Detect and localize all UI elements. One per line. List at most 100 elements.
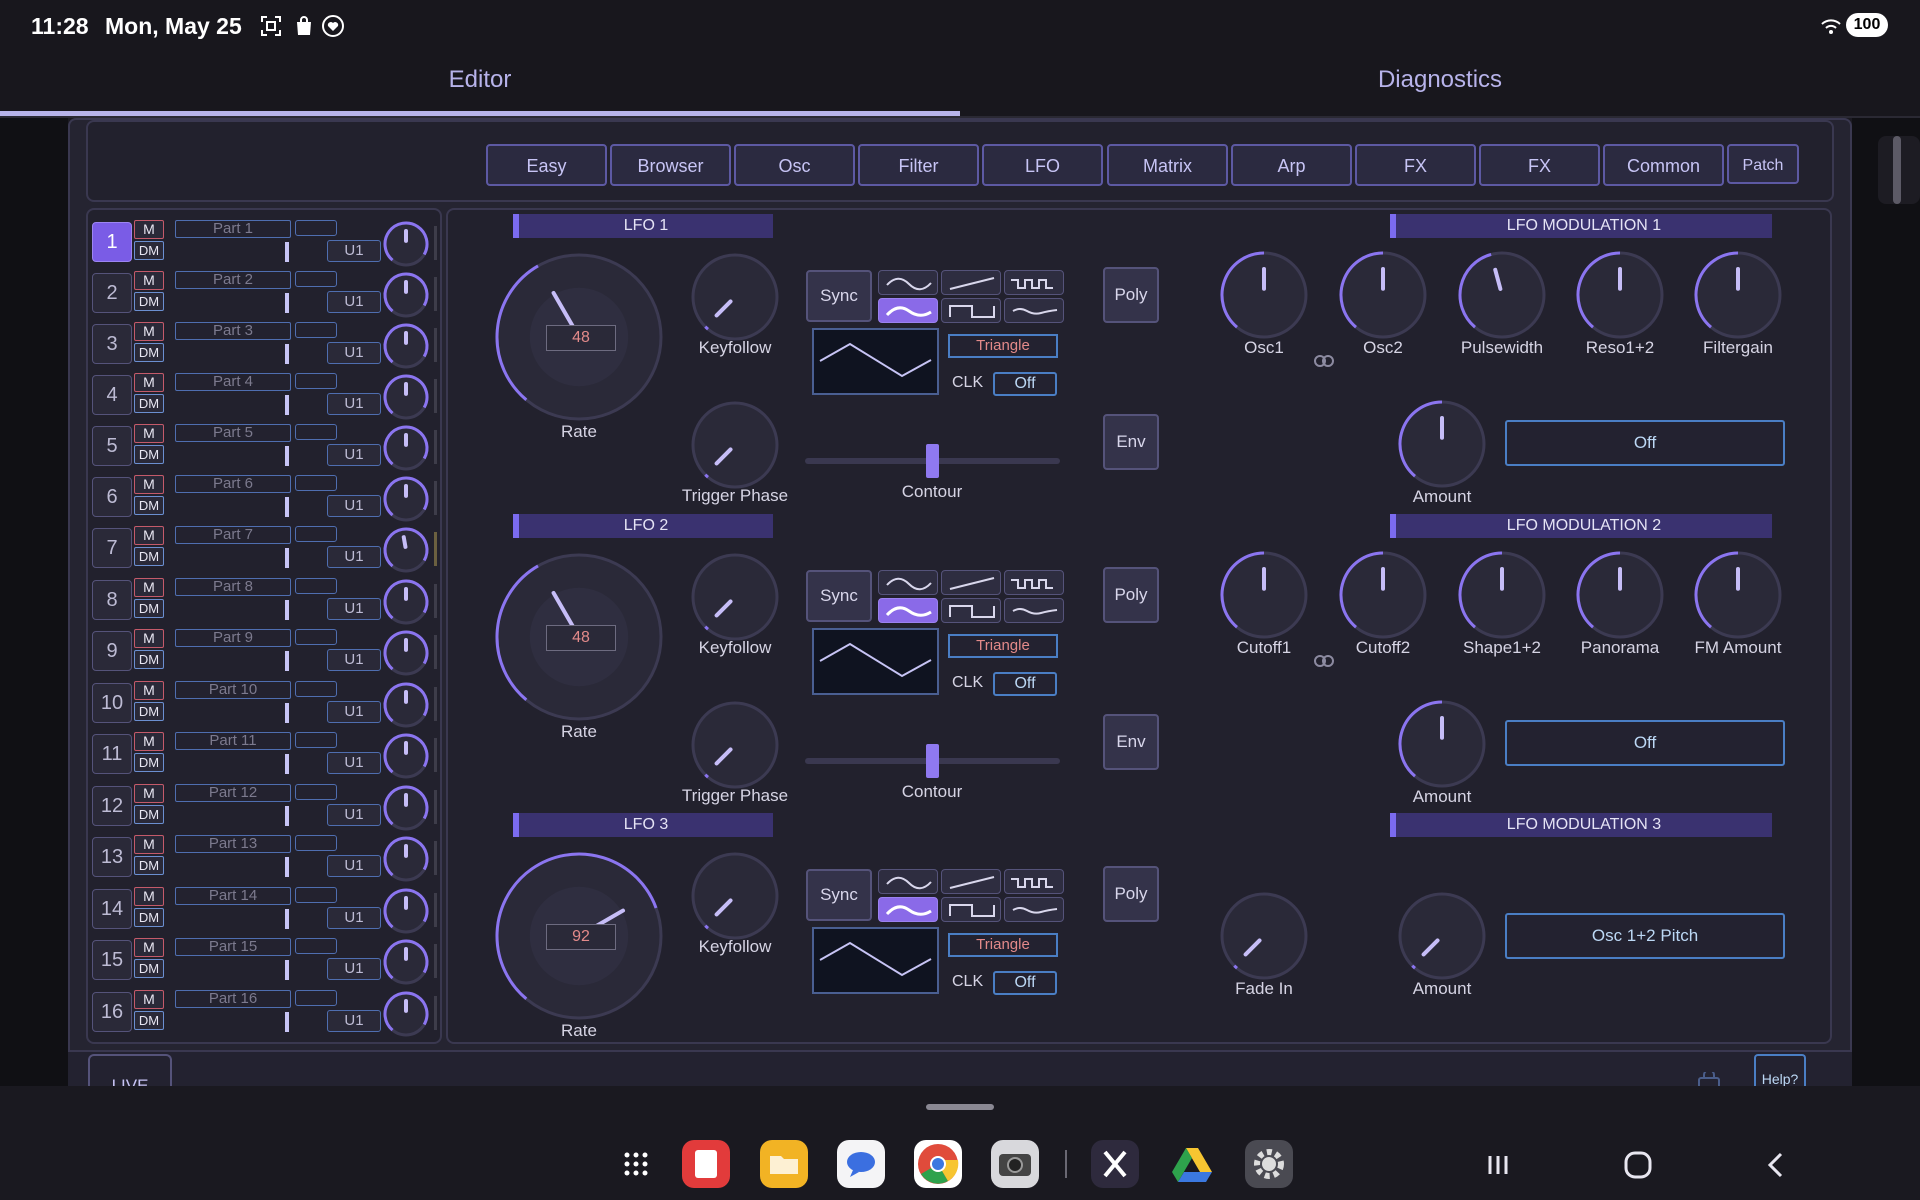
dm-button[interactable]: DM [134, 343, 164, 362]
part-midi-field[interactable] [295, 322, 337, 338]
part-unit-select[interactable]: U1 [327, 752, 381, 774]
part-select-button[interactable]: 10 [92, 683, 132, 723]
settings-app-icon[interactable] [1245, 1140, 1293, 1188]
dm-button[interactable]: DM [134, 702, 164, 721]
files-app-icon[interactable] [760, 1140, 808, 1188]
nav-filter-button[interactable]: Filter [858, 144, 979, 186]
lfo-keyfollow-knob[interactable] [690, 851, 780, 941]
part-unit-select[interactable]: U1 [327, 444, 381, 466]
lfo-keyfollow-knob[interactable] [690, 552, 780, 642]
part-volume-knob[interactable] [382, 938, 430, 986]
dm-button[interactable]: DM [134, 445, 164, 464]
dm-button[interactable]: DM [134, 959, 164, 978]
part-midi-field[interactable] [295, 424, 337, 440]
part-unit-select[interactable]: U1 [327, 291, 381, 313]
lfo-clk-select[interactable]: Off [993, 971, 1057, 995]
part-name-field[interactable]: Part 6 [175, 475, 291, 493]
part-select-button[interactable]: 15 [92, 940, 132, 980]
mute-button[interactable]: M [134, 681, 164, 700]
drive-app-icon[interactable] [1168, 1140, 1216, 1188]
lfo-rate-display[interactable]: 92 [546, 924, 616, 950]
mod-osc2-knob[interactable] [1338, 250, 1428, 340]
square-wave-icon[interactable] [941, 298, 1001, 323]
part-midi-field[interactable] [295, 990, 337, 1006]
triangle-wave-icon[interactable] [878, 298, 938, 323]
mute-button[interactable]: M [134, 784, 164, 803]
part-select-button[interactable]: 2 [92, 273, 132, 313]
part-name-field[interactable]: Part 12 [175, 784, 291, 802]
mod-pulsewidth-knob[interactable] [1457, 250, 1547, 340]
sine-wave-icon[interactable] [878, 869, 938, 894]
part-name-field[interactable]: Part 2 [175, 271, 291, 289]
part-midi-field[interactable] [295, 373, 337, 389]
mod-cutoff2-knob[interactable] [1338, 550, 1428, 640]
dm-button[interactable]: DM [134, 394, 164, 413]
lfo-env-button[interactable]: Env [1103, 714, 1159, 770]
part-name-field[interactable]: Part 5 [175, 424, 291, 442]
lfo-contour-handle[interactable] [926, 444, 939, 478]
mute-button[interactable]: M [134, 990, 164, 1009]
nav-fx-2-button[interactable]: FX [1479, 144, 1600, 186]
mute-button[interactable]: M [134, 835, 164, 854]
part-name-field[interactable]: Part 10 [175, 681, 291, 699]
part-midi-field[interactable] [295, 784, 337, 800]
lfo-sync-button[interactable]: Sync [806, 270, 872, 322]
mod-amount-knob[interactable] [1397, 699, 1487, 789]
lfo-shape-select[interactable]: Triangle [948, 634, 1058, 658]
part-volume-knob[interactable] [382, 475, 430, 523]
part-select-button[interactable]: 7 [92, 528, 132, 568]
sine-wave-icon[interactable] [878, 270, 938, 295]
lfo-trigger-phase-knob[interactable] [690, 700, 780, 790]
link-icon[interactable] [1312, 654, 1336, 668]
mod-panorama-knob[interactable] [1575, 550, 1665, 640]
part-unit-select[interactable]: U1 [327, 855, 381, 877]
part-unit-select[interactable]: U1 [327, 958, 381, 980]
dm-button[interactable]: DM [134, 599, 164, 618]
link-icon[interactable] [1312, 354, 1336, 368]
gesture-handle[interactable] [926, 1104, 994, 1110]
part-volume-knob[interactable] [382, 835, 430, 883]
lfo-poly-button[interactable]: Poly [1103, 866, 1159, 922]
mod-cutoff1-knob[interactable] [1219, 550, 1309, 640]
part-name-field[interactable]: Part 15 [175, 938, 291, 956]
part-name-field[interactable]: Part 7 [175, 526, 291, 544]
part-midi-field[interactable] [295, 835, 337, 851]
triangle-wave-icon[interactable] [878, 598, 938, 623]
part-volume-knob[interactable] [382, 322, 430, 370]
mod-shape1-2-knob[interactable] [1457, 550, 1547, 640]
pulse-wave-icon[interactable] [1004, 270, 1064, 295]
part-midi-field[interactable] [295, 578, 337, 594]
part-select-button[interactable]: 16 [92, 992, 132, 1032]
part-unit-select[interactable]: U1 [327, 546, 381, 568]
nav-arp-button[interactable]: Arp [1231, 144, 1352, 186]
nav-lfo-button[interactable]: LFO [982, 144, 1103, 186]
part-name-field[interactable]: Part 14 [175, 887, 291, 905]
lfo-sync-button[interactable]: Sync [806, 869, 872, 921]
mod-amount-knob[interactable] [1397, 891, 1487, 981]
triangle-wave-icon[interactable] [878, 897, 938, 922]
part-select-button[interactable]: 14 [92, 889, 132, 929]
part-volume-knob[interactable] [382, 271, 430, 319]
part-volume-knob[interactable] [382, 784, 430, 832]
chrome-app-icon[interactable] [914, 1140, 962, 1188]
part-unit-select[interactable]: U1 [327, 342, 381, 364]
part-midi-field[interactable] [295, 220, 337, 236]
part-select-button[interactable]: 9 [92, 631, 132, 671]
mute-button[interactable]: M [134, 271, 164, 290]
nav-patch-button[interactable]: Patch [1727, 144, 1799, 184]
mute-button[interactable]: M [134, 424, 164, 443]
part-volume-knob[interactable] [382, 629, 430, 677]
dm-button[interactable]: DM [134, 908, 164, 927]
mod-amount-knob[interactable] [1397, 399, 1487, 489]
part-unit-select[interactable]: U1 [327, 701, 381, 723]
part-unit-select[interactable]: U1 [327, 804, 381, 826]
part-select-button[interactable]: 12 [92, 786, 132, 826]
notes-app-icon[interactable] [682, 1140, 730, 1188]
part-select-button[interactable]: 11 [92, 734, 132, 774]
part-name-field[interactable]: Part 4 [175, 373, 291, 391]
lfo-sync-button[interactable]: Sync [806, 570, 872, 622]
part-name-field[interactable]: Part 8 [175, 578, 291, 596]
lfo-poly-button[interactable]: Poly [1103, 567, 1159, 623]
mod-filtergain-knob[interactable] [1693, 250, 1783, 340]
mute-button[interactable]: M [134, 629, 164, 648]
